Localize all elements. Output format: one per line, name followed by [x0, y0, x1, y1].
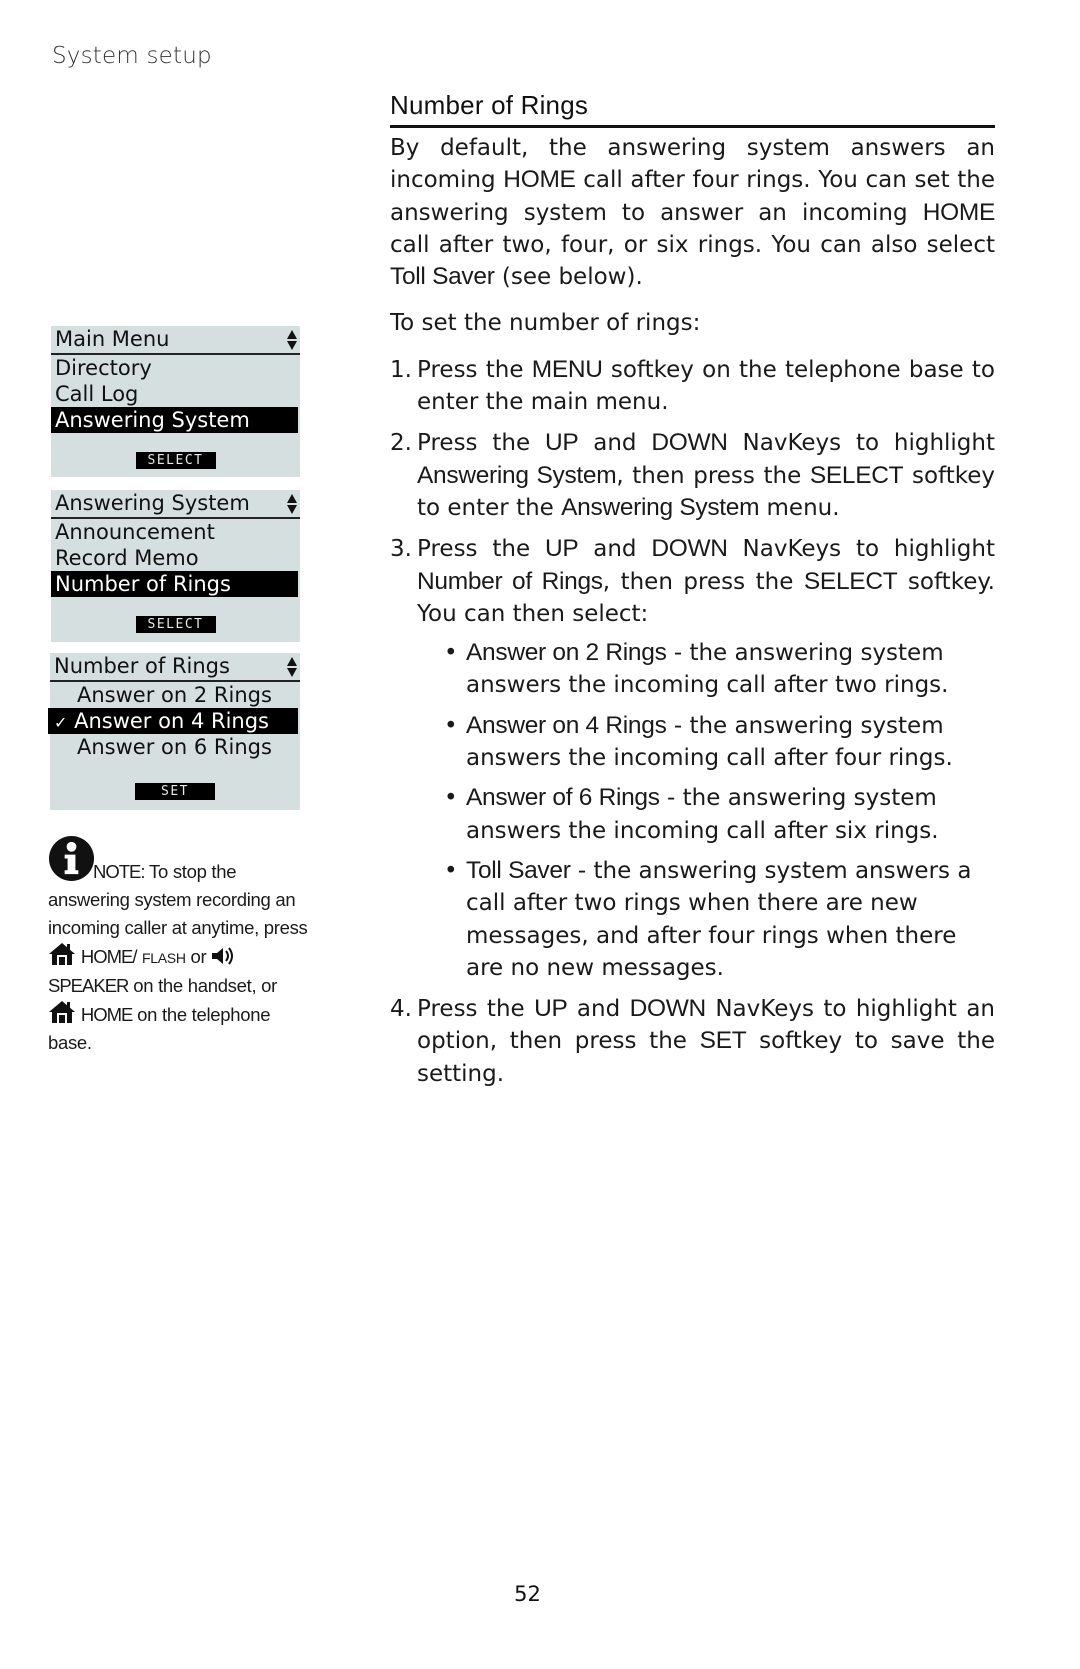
lcd-menu-item-selected: Number of Rings	[51, 571, 298, 597]
keyword-home: HOME	[503, 166, 576, 194]
home-icon	[49, 943, 75, 965]
lcd-header: Number of Rings	[50, 653, 300, 682]
lcd-menu-item: Record Memo	[55, 546, 199, 570]
title-rule	[390, 125, 995, 128]
keyword-up: UP	[544, 535, 579, 563]
lcd-screen-main-menu: Main Menu Directory Call Log Answering S…	[51, 326, 300, 477]
keyword-down: DOWN	[651, 535, 728, 563]
keyword-menu: MENU	[531, 355, 603, 383]
intro-paragraph: By default, the answering system answers…	[390, 135, 996, 291]
lcd-menu-item-selected: Answering System	[51, 407, 298, 433]
step-number: 1.	[390, 356, 412, 383]
bullet-icon: •	[444, 785, 458, 812]
keyword-home: HOME	[922, 198, 996, 226]
bullet-icon: •	[444, 640, 458, 667]
scroll-arrows-icon	[287, 330, 297, 350]
info-icon	[48, 835, 95, 882]
keyword-number-of-rings: Number of Rings	[417, 567, 603, 595]
page-number: 52	[514, 1582, 541, 1606]
step-4: 4. Press the UP and DOWN NavKeys to high…	[390, 995, 995, 1087]
steps-lead: To set the number of rings:	[390, 310, 701, 337]
page-title: Number of Rings	[390, 90, 589, 120]
scroll-arrows-icon	[287, 657, 297, 677]
ring-option: • Answer on 4 Rings - the answering syste…	[444, 711, 953, 772]
section-label: System setup	[52, 43, 212, 69]
step-number: 4.	[390, 996, 412, 1023]
lcd-screen-answering-system: Answering System Announcement Record Mem…	[51, 490, 300, 642]
softkey-select: SELECT	[135, 452, 216, 469]
keyword-up: UP	[534, 995, 568, 1023]
ring-options-list: • Answer on 2 Rings - the answering syste…	[417, 637, 995, 984]
keyword-toll-saver: Toll Saver	[390, 263, 495, 291]
main-content: By default, the answering system answers…	[390, 132, 995, 1099]
keyword-answering-system: Answering System	[417, 461, 617, 489]
scroll-arrows-icon	[287, 494, 297, 514]
home-icon	[49, 1001, 75, 1023]
lcd-menu-item: Announcement	[55, 520, 215, 544]
keyword-down: DOWN	[629, 995, 707, 1023]
keyword-up: UP	[544, 429, 579, 457]
keyword-select: SELECT	[803, 567, 898, 595]
keyword-down: DOWN	[651, 429, 728, 457]
bullet-icon: •	[444, 857, 458, 884]
checkmark-icon: ✓	[54, 713, 68, 732]
lcd-header: Main Menu	[51, 326, 300, 355]
lcd-option: Answer on 2 Rings	[77, 683, 272, 707]
lcd-header: Answering System	[51, 490, 300, 519]
keyword-answering-system: Answering System	[561, 493, 760, 521]
ring-option: • Answer on 2 Rings - the answering syste…	[444, 639, 949, 699]
lcd-option: Answer on 6 Rings	[77, 735, 272, 759]
ring-option: • Toll Saver - the answering system answe…	[444, 856, 972, 981]
step-number: 3.	[390, 536, 412, 563]
speaker-icon	[212, 947, 234, 965]
softkey-select: SELECT	[135, 616, 216, 633]
keyword-select: SELECT	[809, 461, 904, 489]
step-1: 1. Press the MENU softkey on the telepho…	[390, 355, 995, 416]
lcd-menu-item: Directory	[55, 356, 152, 380]
note-box: NOTE: To stop the answering system recor…	[48, 835, 308, 1057]
softkey-set: SET	[135, 783, 215, 800]
ring-option: • Answer of 6 Rings - the answering syste…	[444, 784, 939, 844]
step-2: 2. Press the UP and DOWN NavKeys to high…	[390, 429, 995, 521]
lcd-screen-number-of-rings: Number of Rings Answer on 2 Rings ✓ Answ…	[48, 653, 300, 810]
lcd-menu-item: Call Log	[55, 382, 139, 406]
lcd-option-selected: ✓ Answer on 4 Rings	[48, 708, 298, 734]
step-number: 2.	[390, 430, 412, 457]
step-3: 3. Press the UP and DOWN NavKeys to high…	[390, 533, 995, 984]
note-label: NOTE:	[93, 861, 146, 882]
bullet-icon: •	[444, 712, 458, 739]
keyword-set: SET	[699, 1027, 747, 1055]
